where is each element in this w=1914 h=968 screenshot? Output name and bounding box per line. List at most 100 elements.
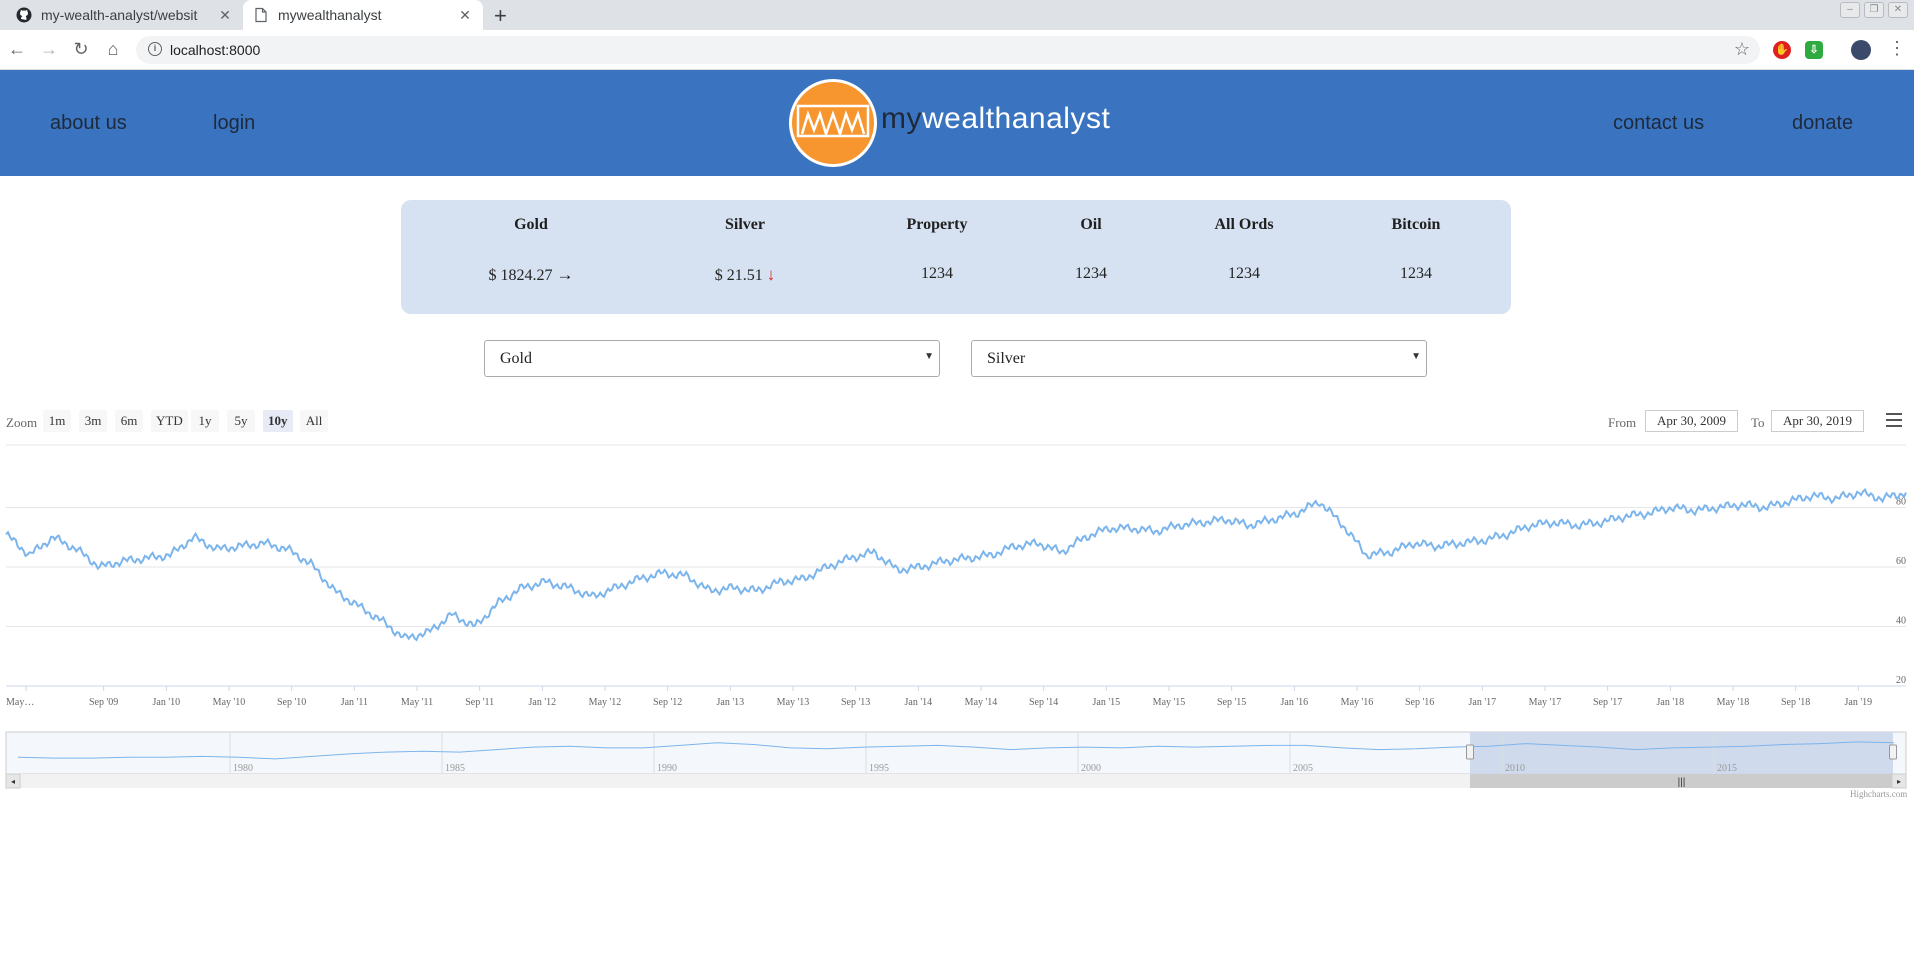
reload-icon[interactable]: ↻ xyxy=(70,38,92,60)
zoom-6m-button[interactable]: 6m xyxy=(115,410,143,432)
series-line xyxy=(5,487,1907,642)
navigator-tick-label: 2005 xyxy=(1293,763,1313,774)
to-date-input[interactable]: Apr 30, 2019 xyxy=(1771,410,1864,432)
x-tick-label: Sep '14 xyxy=(1029,697,1058,708)
zoom-1y-button[interactable]: 1y xyxy=(191,410,219,432)
chart-menu-icon[interactable] xyxy=(1886,413,1902,431)
profile-avatar[interactable] xyxy=(1851,40,1871,60)
brand-my: my xyxy=(881,102,922,135)
navigator-selection[interactable] xyxy=(1470,732,1893,774)
tab-github[interactable]: my-wealth-analyst/websit ✕ xyxy=(6,0,243,30)
scrollbar-grip-icon: ||| xyxy=(1678,777,1686,788)
nav-contact-us[interactable]: contact us xyxy=(1613,112,1704,135)
y-tick-label: 40 xyxy=(1896,616,1906,627)
new-tab-icon[interactable]: + xyxy=(494,3,507,29)
brand-rest: wealthanalyst xyxy=(922,102,1111,135)
window-controls: – ❐ ✕ xyxy=(1840,2,1908,18)
x-tick-label: May '17 xyxy=(1529,697,1562,708)
brand-name: mywealthanalyst xyxy=(881,102,1110,136)
home-icon[interactable]: ⌂ xyxy=(102,38,124,60)
from-date-input[interactable]: Apr 30, 2009 xyxy=(1645,410,1738,432)
logo-mwa-icon xyxy=(796,104,870,139)
zoom-ytd-button[interactable]: YTD xyxy=(151,410,188,432)
x-tick-label: May '14 xyxy=(965,697,998,708)
ticker-name: Gold xyxy=(514,216,548,233)
navigator-handle[interactable] xyxy=(1889,744,1897,760)
zoom-all-button[interactable]: All xyxy=(300,410,328,432)
site-header: about us login mywealthanalyst contact u… xyxy=(0,70,1914,176)
scroll-left-icon: ◂ xyxy=(11,777,15,786)
x-tick-label: Jan '15 xyxy=(1093,697,1121,708)
browser-tab-strip: my-wealth-analyst/websit ✕ mywealthanaly… xyxy=(0,0,1914,30)
close-icon[interactable]: ✕ xyxy=(457,7,473,24)
download-extension-icon[interactable]: ⇩ xyxy=(1805,41,1823,59)
adblock-extension-icon[interactable]: ✋ xyxy=(1773,41,1791,59)
address-bar[interactable]: i localhost:8000 ☆ xyxy=(136,36,1760,64)
x-tick-label: Jan '16 xyxy=(1281,697,1309,708)
to-label: To xyxy=(1751,415,1765,430)
navigator[interactable]: 1980 1985 1990 1995 2000 2005 2010 2015 ||| ◂ ▸ xyxy=(5,731,1907,789)
maximize-icon[interactable]: ❐ xyxy=(1864,2,1884,18)
x-tick-label: Sep '16 xyxy=(1405,697,1434,708)
x-tick-label: Sep '13 xyxy=(841,697,870,708)
zoom-label: Zoom xyxy=(6,415,38,430)
x-tick-label: May '16 xyxy=(1341,697,1374,708)
zoom-1m-button[interactable]: 1m xyxy=(43,410,71,432)
forward-icon[interactable]: → xyxy=(38,38,60,60)
navigator-handle[interactable] xyxy=(1466,744,1474,760)
nav-login[interactable]: login xyxy=(213,112,255,135)
x-tick-label: Jan '18 xyxy=(1657,697,1685,708)
navigator-tick-label: 1990 xyxy=(657,763,677,774)
x-tick-label: May '18 xyxy=(1717,697,1750,708)
ticker-name: All Ords xyxy=(1214,216,1274,233)
ticker-value: 1234 xyxy=(921,265,953,282)
back-icon[interactable]: ← xyxy=(6,38,28,60)
x-axis: May… Sep '09 Jan '10 May '10 Sep '10 Jan '11 M… xyxy=(6,685,1906,708)
navigator-tick-label: 2000 xyxy=(1081,763,1101,774)
ticker-value: 1234 xyxy=(1400,265,1432,282)
asset-select-left[interactable]: Gold ▼ xyxy=(484,340,940,377)
asset-select-right[interactable]: Silver ▼ xyxy=(971,340,1427,377)
info-icon[interactable]: i xyxy=(148,42,162,56)
x-tick-label: May '10 xyxy=(213,697,246,708)
x-tick-label: May… xyxy=(6,697,34,708)
zoom-3m-button[interactable]: 3m xyxy=(79,410,107,432)
x-tick-label: May '12 xyxy=(589,697,622,708)
from-label: From xyxy=(1608,415,1637,430)
logo[interactable] xyxy=(789,79,877,167)
highcharts-credit[interactable]: Highcharts.com xyxy=(1850,789,1907,799)
nav-about-us[interactable]: about us xyxy=(50,112,127,135)
minimize-icon[interactable]: – xyxy=(1840,2,1860,18)
window-close-icon[interactable]: ✕ xyxy=(1888,2,1908,18)
x-tick-label: Sep '11 xyxy=(465,697,494,708)
ticker-name: Bitcoin xyxy=(1391,216,1441,233)
x-tick-label: May '11 xyxy=(401,697,433,708)
ticker-name: Property xyxy=(906,216,968,233)
page-icon xyxy=(253,7,269,23)
close-icon[interactable]: ✕ xyxy=(217,7,233,24)
bookmark-star-icon[interactable]: ☆ xyxy=(1734,39,1750,60)
scroll-right-icon: ▸ xyxy=(1897,777,1901,786)
tab-mywealthanalyst[interactable]: mywealthanalyst ✕ xyxy=(243,0,483,30)
nav-donate[interactable]: donate xyxy=(1792,112,1853,135)
x-tick-label: Sep '15 xyxy=(1217,697,1246,708)
arrow-down-icon: ↓ xyxy=(766,265,776,284)
navigator-tick-label: 1995 xyxy=(869,763,889,774)
y-axis: 20406080 xyxy=(1896,497,1906,687)
ticker-value: 1234 xyxy=(1228,265,1260,282)
browser-menu-icon[interactable]: ⋮ xyxy=(1888,38,1906,59)
x-tick-label: Jan '12 xyxy=(529,697,557,708)
zoom-5y-button[interactable]: 5y xyxy=(227,410,255,432)
x-tick-label: Jan '11 xyxy=(341,697,368,708)
price-ticker: Gold $ 1824.27 → Silver $ 21.51 ↓ Proper… xyxy=(401,200,1511,314)
navigator-tick-label: 2015 xyxy=(1717,763,1737,774)
price-chart: 20406080 May… Sep '09 Jan '10 May '10 Sep '1… xyxy=(5,444,1907,789)
zoom-10y-button[interactable]: 10y xyxy=(263,410,293,432)
x-tick-label: Jan '13 xyxy=(717,697,745,708)
x-tick-label: Jan '19 xyxy=(1845,697,1873,708)
ticker-name: Silver xyxy=(725,216,765,233)
caret-down-icon: ▼ xyxy=(1411,351,1421,362)
x-tick-label: May '15 xyxy=(1153,697,1186,708)
x-tick-label: Sep '09 xyxy=(89,697,118,708)
y-tick-label: 20 xyxy=(1896,675,1906,686)
